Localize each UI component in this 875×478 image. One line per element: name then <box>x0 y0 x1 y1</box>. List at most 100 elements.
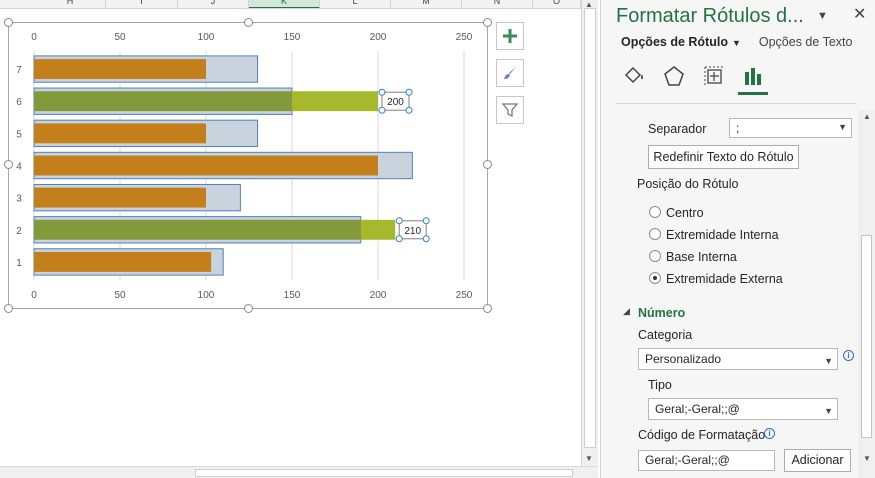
radio-outside-end-label[interactable]: Extremidade Externa <box>666 272 783 286</box>
label-selection-handle <box>395 235 403 243</box>
x-tick-label-top: 0 <box>31 32 37 43</box>
separator-value: ; <box>736 121 740 135</box>
x-tick-label-top: 250 <box>456 32 473 43</box>
chart-plot-area[interactable]: 0 0 50 50 100 100 150 150 200 200 250 250 1 2 3 4 5 6 7 200… <box>9 23 489 310</box>
type-select[interactable]: Geral;-Geral;;@ ▼ <box>648 398 838 420</box>
chart-tools <box>496 22 524 133</box>
resize-handle[interactable] <box>4 160 13 169</box>
format-code-input[interactable]: Geral;-Geral;;@ <box>638 450 775 471</box>
pane-title: Formatar Rótulos d... <box>616 5 804 27</box>
active-tab-indicator <box>738 92 768 95</box>
reset-label-text-button[interactable]: Redefinir Texto do Rótulo <box>648 145 799 169</box>
fill-line-icon[interactable] <box>621 62 647 90</box>
bar-series-2 <box>34 59 206 80</box>
effects-icon[interactable] <box>661 62 687 90</box>
size-properties-icon[interactable] <box>701 62 727 90</box>
label-selection-handle <box>378 106 386 114</box>
chart-styles-button[interactable] <box>496 59 524 87</box>
column-header[interactable]: N <box>462 0 533 8</box>
type-value: Geral;-Geral;;@ <box>655 402 740 416</box>
sheet-horizontal-scrollbar[interactable] <box>0 466 598 478</box>
scroll-up-icon[interactable]: ▲ <box>863 112 871 121</box>
y-tick-label: 1 <box>16 258 22 269</box>
resize-handle[interactable] <box>483 160 492 169</box>
column-header[interactable]: L <box>320 0 391 8</box>
y-tick-label: 5 <box>16 129 22 140</box>
info-icon[interactable]: i <box>843 350 854 361</box>
bar-series-2 <box>34 187 206 208</box>
radio-outside-end[interactable] <box>649 272 661 284</box>
collapse-triangle-icon[interactable]: ◢ <box>623 306 630 317</box>
pane-tabs: Opções de Rótulo ▼ Opções de Texto <box>621 35 852 49</box>
chart-filters-button[interactable] <box>496 96 524 124</box>
y-tick-label: 4 <box>16 162 22 173</box>
separator-select[interactable]: ; ▼ <box>729 118 852 138</box>
separator-label: Separador <box>648 122 707 136</box>
column-header-strip: H I J K L M N O <box>0 0 581 9</box>
column-header[interactable]: O <box>533 0 581 8</box>
column-header[interactable]: J <box>178 0 249 8</box>
radio-inside-base-label[interactable]: Base Interna <box>666 250 737 264</box>
plus-icon <box>503 29 517 43</box>
label-selection-handle <box>395 217 403 225</box>
x-tick-label-bottom: 50 <box>114 290 126 301</box>
bar-series-2 <box>34 91 292 112</box>
x-tick-label-bottom: 150 <box>284 290 301 301</box>
sheet-vertical-scrollbar[interactable]: ▲ ▼ <box>581 0 598 466</box>
number-section-title[interactable]: Número <box>638 306 685 320</box>
y-tick-label: 7 <box>16 65 22 76</box>
scrollbar-thumb[interactable] <box>861 235 872 438</box>
x-tick-label-top: 200 <box>370 32 387 43</box>
category-label: Categoria <box>638 328 693 342</box>
chevron-down-icon: ▼ <box>838 122 847 132</box>
scroll-down-icon[interactable]: ▼ <box>585 454 593 463</box>
chevron-down-icon[interactable]: ▼ <box>732 38 741 48</box>
x-tick-label-bottom: 250 <box>456 290 473 301</box>
resize-handle[interactable] <box>483 18 492 27</box>
info-icon[interactable]: i <box>764 428 775 439</box>
excel-window: H I J K L M N O 0 0 50 50 100 100 150 150 200 200… <box>0 0 875 478</box>
radio-inside-end[interactable] <box>649 228 661 240</box>
tab-label-options[interactable]: Opções de Rótulo <box>621 35 728 49</box>
label-options-icon[interactable] <box>740 62 766 90</box>
data-label: 210 <box>404 226 421 237</box>
scroll-down-icon[interactable]: ▼ <box>863 454 871 463</box>
label-position-heading: Posição do Rótulo <box>637 177 739 191</box>
label-selection-handle <box>378 88 386 96</box>
resize-handle[interactable] <box>483 304 492 313</box>
close-icon[interactable]: ✕ <box>853 4 866 24</box>
add-button[interactable]: Adicionar <box>784 449 851 472</box>
radio-inside-end-label[interactable]: Extremidade Interna <box>666 228 779 242</box>
label-selection-handle <box>422 217 430 225</box>
radio-center-label[interactable]: Centro <box>666 206 704 220</box>
divider <box>616 103 856 104</box>
type-label: Tipo <box>648 378 672 392</box>
column-header[interactable]: M <box>391 0 462 8</box>
resize-handle[interactable] <box>4 304 13 313</box>
resize-handle[interactable] <box>244 18 253 27</box>
bar-series-2-extension <box>292 91 378 112</box>
bar-chart[interactable]: 0 0 50 50 100 100 150 150 200 200 250 250 1 2 3 4 5 6 7 200… <box>4 18 492 313</box>
bar-series-2 <box>34 155 378 176</box>
category-select[interactable]: Personalizado ▼ <box>638 348 838 370</box>
column-header[interactable]: I <box>106 0 178 8</box>
pane-content: Separador ; ▼ Redefinir Texto do Rótulo … <box>601 110 858 478</box>
chart-elements-button[interactable] <box>496 22 524 50</box>
y-tick-label: 2 <box>16 226 22 237</box>
resize-handle[interactable] <box>244 304 253 313</box>
bar-series-2 <box>34 219 361 240</box>
resize-handle[interactable] <box>4 18 13 27</box>
column-header-selected[interactable]: K <box>249 0 320 8</box>
pane-options-dropdown-icon[interactable]: ▼ <box>817 10 828 22</box>
brush-icon <box>504 67 516 79</box>
scrollbar-thumb[interactable] <box>195 469 573 477</box>
chevron-down-icon: ▼ <box>824 406 833 416</box>
tab-text-options[interactable]: Opções de Texto <box>759 35 853 49</box>
x-tick-label-top: 50 <box>114 32 126 43</box>
pane-scrollbar[interactable]: ▲ ▼ <box>858 110 875 478</box>
label-selection-handle <box>405 106 413 114</box>
radio-center[interactable] <box>649 206 661 218</box>
radio-inside-base[interactable] <box>649 250 661 262</box>
column-header[interactable]: H <box>35 0 106 8</box>
scrollbar-thumb[interactable] <box>584 8 596 448</box>
